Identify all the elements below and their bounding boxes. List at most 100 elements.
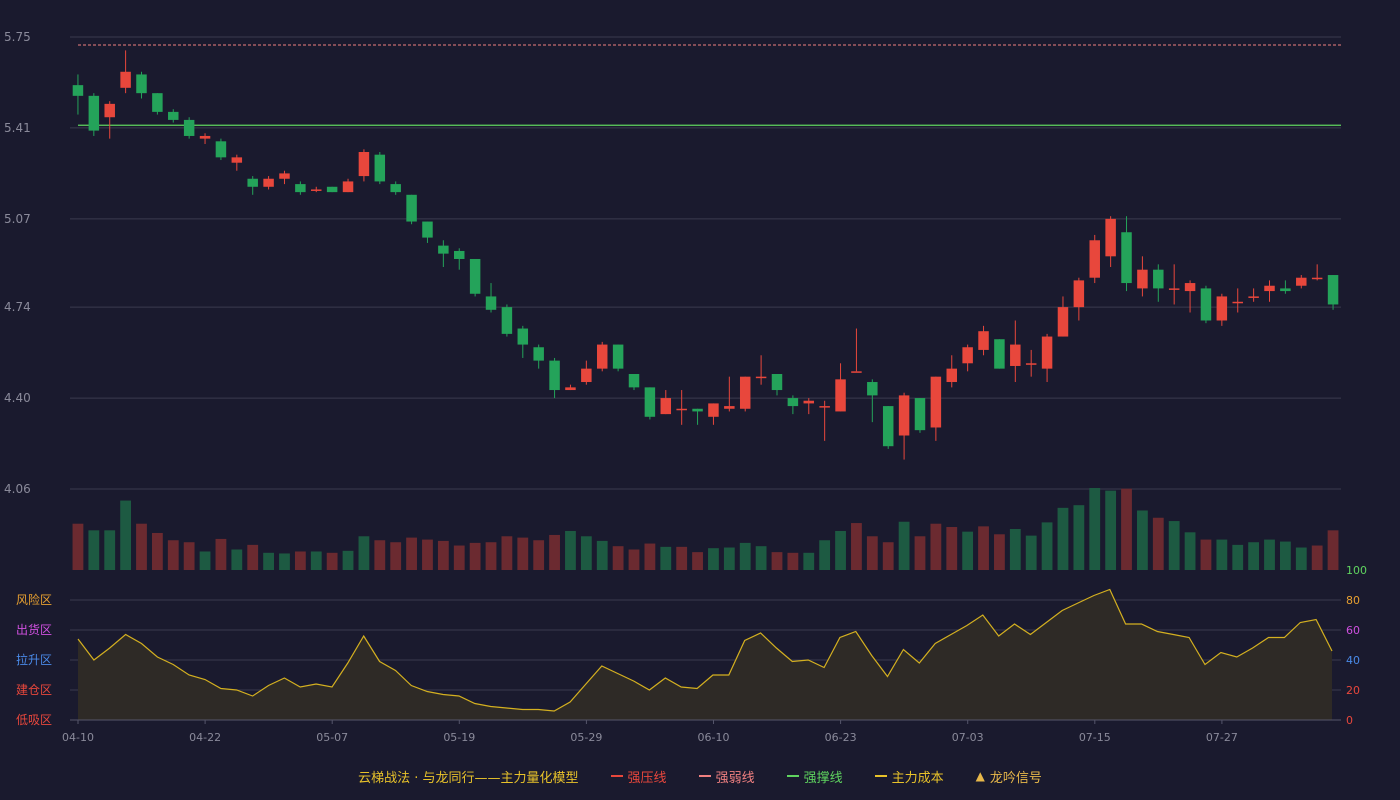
candle-body — [1280, 288, 1291, 292]
candle-body — [708, 403, 719, 417]
volume-bar — [1009, 529, 1021, 570]
volume-bar — [1152, 517, 1164, 570]
legend-label-strong-weak: 强弱线 — [715, 770, 755, 786]
volume-bar — [358, 536, 370, 570]
candle-body — [406, 194, 417, 222]
volume-bar — [517, 537, 529, 570]
volume-bar — [533, 540, 545, 570]
x-tick-label: 04-22 — [189, 731, 221, 744]
volume-bar — [151, 532, 163, 570]
candle-body — [867, 382, 878, 396]
volume-bar — [1073, 505, 1085, 570]
x-tick-label: 06-23 — [825, 731, 857, 744]
candle-body — [946, 368, 957, 383]
candle-body — [120, 71, 131, 88]
price-tick-label: 4.40 — [4, 391, 31, 405]
oscillator-zone-label: 建仓区 — [16, 683, 52, 697]
volume-bar — [1200, 539, 1212, 570]
volume-bar — [1216, 539, 1228, 570]
volume-bar — [787, 552, 799, 570]
price-tick-label: 4.06 — [4, 482, 31, 496]
volume-bar — [263, 552, 274, 570]
oscillator-zone-label: 出货区 — [16, 622, 52, 637]
candle-body — [1168, 288, 1180, 290]
volume-bar — [580, 536, 592, 570]
volume-bar — [1041, 522, 1053, 570]
candle-body — [438, 245, 449, 254]
volume-bar — [898, 521, 910, 570]
legend-item-strong-weak[interactable]: 强弱线 — [698, 767, 755, 786]
oscillator-zone-label: 风险区 — [16, 592, 52, 607]
volume-bar — [1311, 545, 1323, 570]
chart-legend: 云梯战法 · 与龙同行——主力量化模型 强压线 强弱线 强撑线 主力成本 ▲ 龙… — [0, 766, 1400, 786]
candle-body — [581, 368, 592, 383]
volume-bar — [739, 542, 751, 570]
x-tick-label: 05-07 — [316, 731, 348, 744]
volume-bar — [565, 530, 576, 570]
volume-bar — [1089, 488, 1101, 570]
volume-bar — [1025, 535, 1037, 570]
candle-body — [1121, 232, 1132, 284]
candle-body — [1248, 296, 1259, 298]
candle-body — [914, 398, 926, 431]
candle-body — [104, 103, 115, 118]
candle-body — [994, 339, 1005, 369]
volume-bar — [1121, 488, 1132, 570]
candle-body — [692, 408, 703, 412]
volume-bar — [1327, 530, 1339, 570]
volume-bar — [851, 523, 862, 570]
legend-model-title-text: 云梯战法 · 与龙同行——主力量化模型 — [358, 770, 579, 786]
volume-bar — [692, 552, 703, 570]
oscillator-tick-label: 20 — [1346, 684, 1360, 697]
volume-bar — [596, 540, 608, 570]
volume-bar — [1232, 544, 1244, 570]
volume-bar — [978, 526, 989, 570]
volume-bar — [247, 544, 259, 570]
main-cost-swatch-icon — [874, 775, 887, 777]
volume-bar — [1264, 539, 1275, 570]
oscillator-tick-label: 40 — [1346, 654, 1360, 667]
volume-bar — [612, 546, 624, 570]
volume-bar — [644, 543, 656, 570]
candle-body — [835, 379, 846, 412]
volume-bar — [723, 547, 735, 570]
candle-body — [612, 344, 624, 369]
candle-body — [1057, 307, 1069, 337]
oscillator-area — [78, 589, 1332, 720]
candle-body — [851, 371, 862, 373]
legend-item-strong-pressure[interactable]: 强压线 — [610, 767, 667, 786]
candle-body — [1089, 240, 1100, 278]
volume-bar — [215, 538, 227, 570]
legend-label-main-cost: 主力成本 — [891, 770, 944, 786]
legend-model-title: 云梯战法 · 与龙同行——主力量化模型 — [358, 767, 578, 786]
candle-body — [1296, 277, 1307, 286]
candle-body — [1216, 296, 1228, 321]
volume-bar — [326, 552, 338, 570]
candle-body — [549, 360, 560, 391]
candle-body — [390, 184, 401, 193]
candle-body — [978, 331, 989, 350]
legend-label-strong-pressure: 强压线 — [627, 770, 667, 786]
volume-bar — [294, 551, 306, 570]
legend-label-support: 强撑线 — [803, 770, 843, 786]
candle-body — [422, 221, 433, 238]
x-tick-label: 06-10 — [698, 731, 730, 744]
candle-body — [1311, 277, 1323, 280]
candle-body — [358, 152, 370, 177]
candle-body — [898, 395, 910, 436]
volume-bar — [1105, 490, 1117, 570]
candle-body — [374, 154, 386, 182]
oscillator-tick-label: 80 — [1346, 594, 1360, 607]
legend-item-support[interactable]: 强撑线 — [786, 767, 843, 786]
volume-bar — [231, 549, 243, 570]
x-tick-label: 04-10 — [62, 731, 94, 744]
candle-body — [882, 406, 894, 447]
volume-bar — [914, 536, 926, 570]
volume-bar — [310, 551, 322, 570]
legend-item-signal[interactable]: ▲ 龙吟信号 — [976, 767, 1042, 786]
volume-bar — [183, 542, 195, 570]
legend-item-main-cost[interactable]: 主力成本 — [874, 767, 944, 786]
volume-bar — [437, 540, 449, 570]
price-tick-label: 5.07 — [4, 212, 31, 226]
volume-bar — [167, 540, 179, 570]
